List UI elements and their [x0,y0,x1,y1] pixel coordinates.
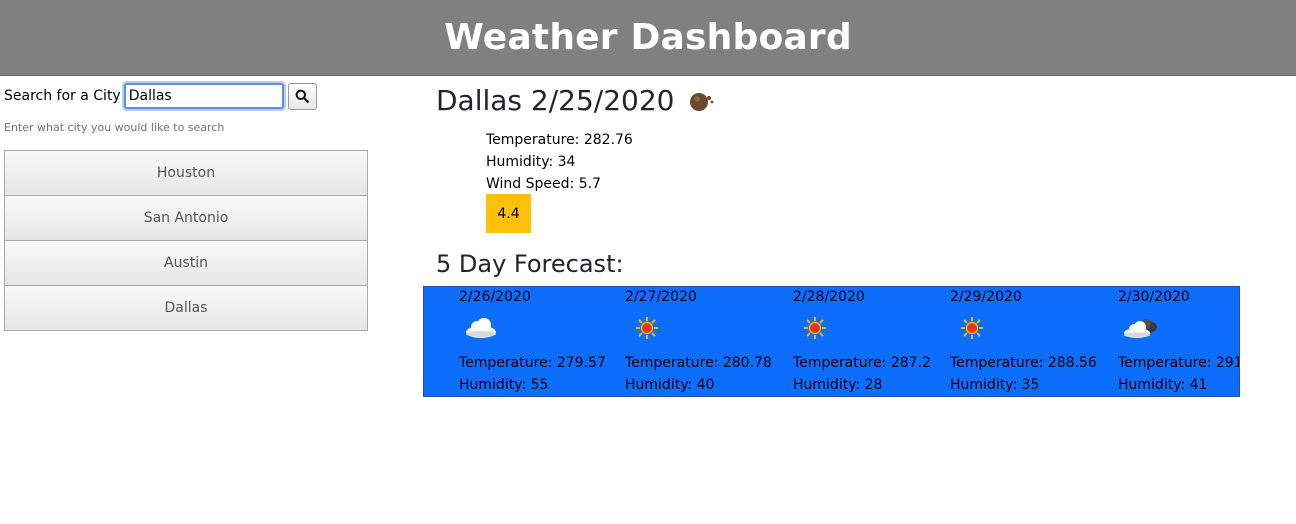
forecast-temperature: Temperature: 291.2 [1118,355,1239,371]
forecast-panel: 2/26/2020 Temperature: 279.57 Humidity: … [423,286,1240,397]
forecast-heading: 5 Day Forecast: [436,250,624,278]
history-city-button[interactable]: Austin [4,240,368,286]
uv-index-badge: 4.4 [486,194,531,233]
forecast-date: 2/29/2020 [950,289,1022,305]
page-title: Weather Dashboard [444,17,852,58]
forecast-temperature: Temperature: 280.78 [625,355,772,371]
current-city-date: Dallas 2/25/2020 [436,84,675,117]
history-city-button[interactable]: Dallas [4,285,368,331]
sun-icon [804,317,826,339]
dust-icon [689,92,713,111]
forecast-humidity: Humidity: 40 [625,377,715,393]
current-weather-title: Dallas 2/25/2020 [436,84,714,117]
forecast-humidity: Humidity: 55 [459,377,549,393]
search-hint: Enter what city you would like to search [4,121,225,134]
forecast-date: 2/28/2020 [793,289,865,305]
search-history-list: Houston San Antonio Austin Dallas [4,150,368,331]
search-row: Search for a City [4,82,368,110]
cloud-icon [466,318,496,338]
forecast-humidity: Humidity: 41 [1118,377,1208,393]
search-icon [295,89,310,103]
search-button[interactable] [287,82,317,110]
sun-icon [636,317,658,339]
current-humidity: Humidity: 34 [486,154,576,170]
forecast-temperature: Temperature: 279.57 [459,355,606,371]
history-city-button[interactable]: San Antonio [4,195,368,241]
forecast-temperature: Temperature: 288.56 [950,355,1097,371]
current-wind-speed: Wind Speed: 5.7 [486,176,601,192]
forecast-humidity: Humidity: 28 [793,377,883,393]
current-weather-details: Temperature: 282.76 Humidity: 34 Wind Sp… [486,130,633,196]
forecast-temperature: Temperature: 287.2 [793,355,931,371]
forecast-date: 2/27/2020 [625,289,697,305]
search-input[interactable] [123,83,284,109]
history-city-button[interactable]: Houston [4,150,368,196]
search-label: Search for a City [4,88,121,104]
cloudy-night-icon [1124,319,1157,338]
forecast-date: 2/26/2020 [459,289,531,305]
forecast-humidity: Humidity: 35 [950,377,1040,393]
forecast-date: 2/30/2020 [1118,289,1190,305]
sidebar: Search for a City Enter what city you wo… [4,82,368,331]
sun-icon [961,317,983,339]
page-header: Weather Dashboard [0,0,1296,76]
current-temperature: Temperature: 282.76 [486,132,633,148]
